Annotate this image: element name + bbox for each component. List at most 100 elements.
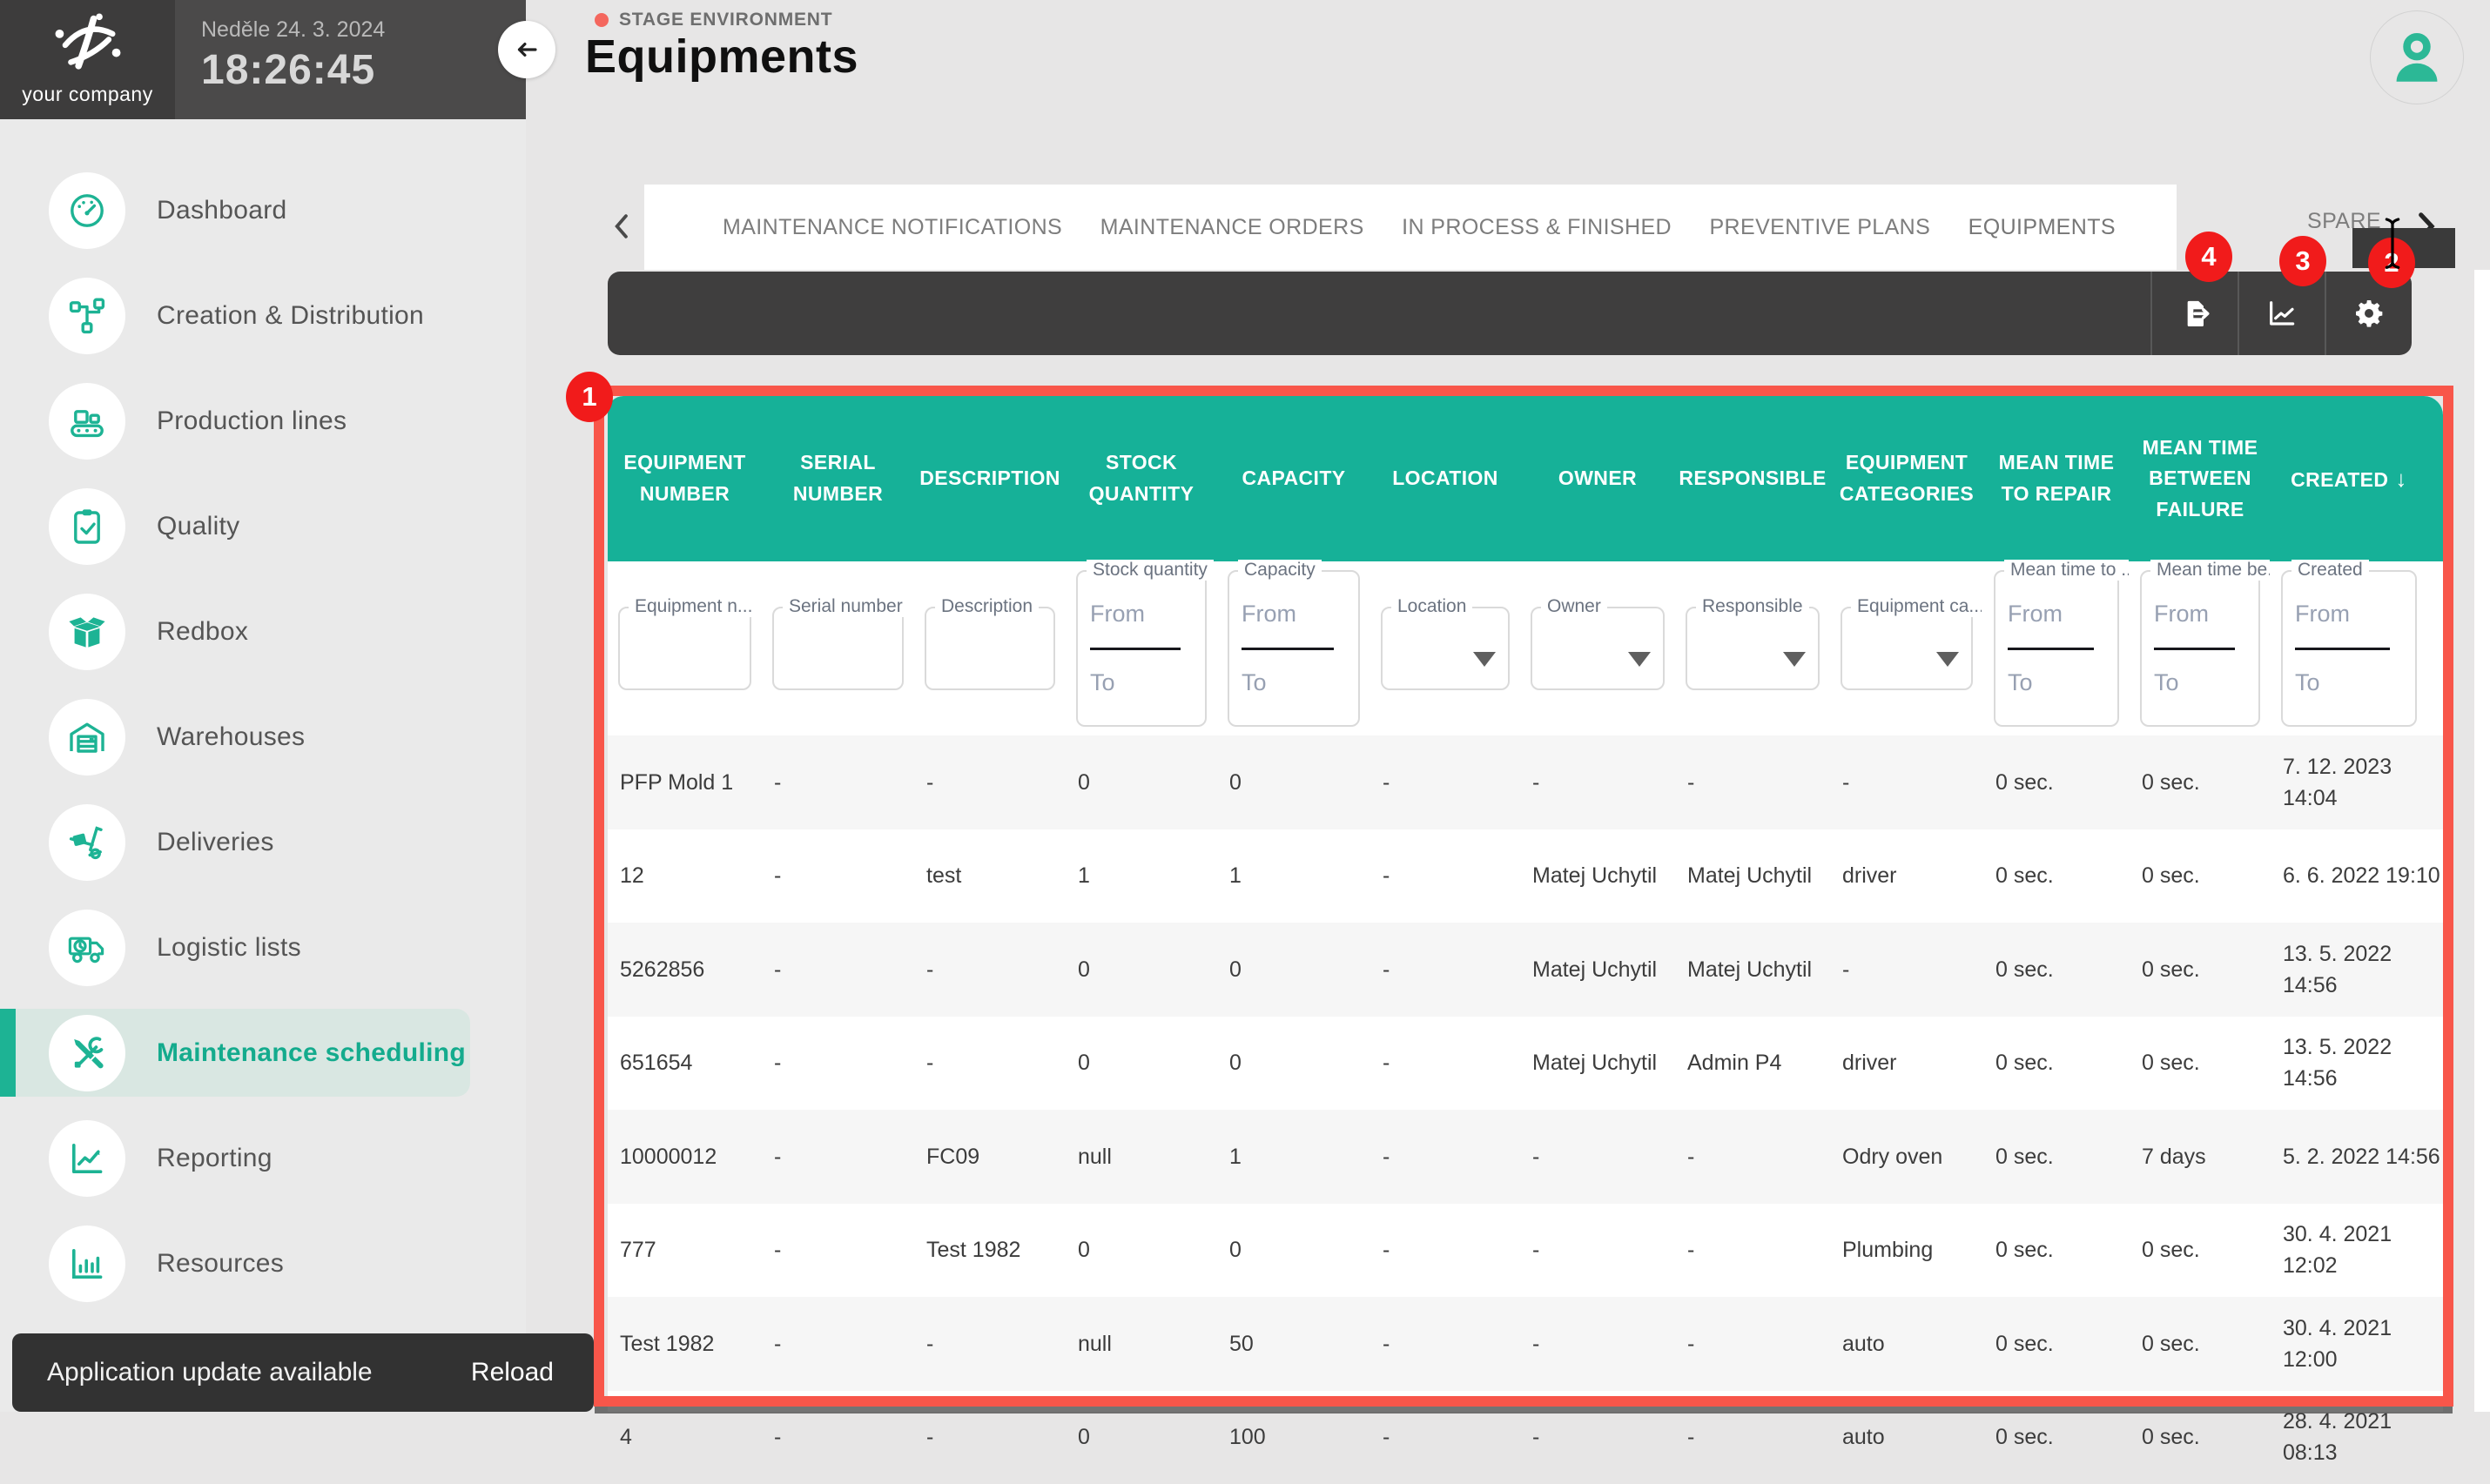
table-cell: 5. 2. 2022 14:56 [2271,1141,2440,1172]
tab-preventive-plans[interactable]: PREVENTIVE PLANS [1709,215,1930,240]
table-cell: 0 sec. [2130,1234,2200,1266]
table-cell: 0 [1217,1047,1242,1078]
table-cell: - [914,1328,933,1360]
filter-created-range[interactable]: CreatedFromTo [2281,570,2417,727]
table-row[interactable]: 5262856--00-Matej UchytilMatej Uchytil-0… [608,923,2443,1017]
column-header-responsible[interactable]: RESPONSIBLE [1672,463,1833,494]
table-cell: - [762,1047,781,1078]
back-button[interactable] [498,21,555,78]
from-placeholder: From [2295,601,2403,628]
table-row[interactable]: Test 1982--null50---auto0 sec.0 sec.30. … [608,1297,2443,1391]
column-header-owner[interactable]: OWNER [1551,463,1644,494]
table-cell: 0 [1066,1047,1090,1078]
person-icon [2385,25,2449,90]
sidebar-item-resources[interactable]: Resources [0,1211,526,1316]
user-avatar-button[interactable] [2370,10,2464,104]
column-header-mean-time-between-failure[interactable]: MEAN TIME BETWEEN FAILURE [2130,433,2271,526]
table-cell: 13. 5. 2022 14:56 [2271,938,2392,1002]
dropdown-caret-icon [1473,652,1496,667]
tab-equipments[interactable]: EQUIPMENTS [1968,215,2116,240]
filter-mean-time-to-repair-range[interactable]: Mean time to ...FromTo [1994,570,2119,727]
filter-cell: Mean time be...FromTo [2130,570,2271,727]
table-row[interactable]: 4--0100---auto0 sec.0 sec.28. 4. 2021 08… [608,1391,2443,1484]
column-header-capacity[interactable]: CAPACITY [1235,463,1352,494]
filter-label: Location [1391,596,1472,617]
table-cell: 0 sec. [2130,767,2200,798]
column-header-description[interactable]: DESCRIPTION [912,463,1067,494]
sidebar-menu: DashboardCreation & DistributionProducti… [0,119,526,1316]
table-cell: 6. 6. 2022 19:10 [2271,860,2440,891]
filter-stock-quantity-range[interactable]: Stock quantityFromTo [1076,570,1207,727]
table-cell: 10000012 [608,1141,717,1172]
table-cell: Matej Uchytil [1520,1047,1657,1078]
filter-label: Capacity [1238,560,1322,581]
hand-truck-icon [49,804,125,881]
table-cell: - [762,1141,781,1172]
column-header-stock-quantity[interactable]: STOCK QUANTITY [1066,447,1217,509]
table-row[interactable]: 651654--00-Matej UchytilAdmin P4driver0 … [608,1017,2443,1111]
to-placeholder: To [2154,669,2246,696]
sidebar-item-logistic-lists[interactable]: Logistic lists [0,895,526,1000]
column-header-label: MEAN TIME TO REPAIR [1999,451,2115,505]
filter-location-select[interactable]: Location [1381,607,1510,690]
table-cell: null [1066,1141,1112,1172]
table-cell: 7 days [2130,1141,2206,1172]
from-placeholder: From [2154,601,2246,628]
tab-in-process-finished[interactable]: IN PROCESS & FINISHED [1402,215,1672,240]
column-header-label: LOCATION [1392,467,1498,489]
tab-maintenance-notifications[interactable]: MAINTENANCE NOTIFICATIONS [723,215,1062,240]
sidebar-item-creation-distribution[interactable]: Creation & Distribution [0,263,526,368]
filter-owner-select[interactable]: Owner [1531,607,1665,690]
sidebar-item-reporting[interactable]: Reporting [0,1105,526,1211]
column-header-mean-time-to-repair[interactable]: MEAN TIME TO REPAIR [1983,447,2130,509]
table-row[interactable]: 12-test11-Matej UchytilMatej Uchytildriv… [608,829,2443,923]
column-header-serial-number[interactable]: SERIAL NUMBER [762,447,914,509]
sidebar-item-production-lines[interactable]: Production lines [0,368,526,473]
table-row[interactable]: PFP Mold 1--00----0 sec.0 sec.7. 12. 202… [608,735,2443,829]
filter-capacity-range[interactable]: CapacityFromTo [1228,570,1360,727]
filter-description-input[interactable]: Description [925,607,1055,690]
table-filter-row: Equipment n... Serial number Description St… [608,561,2443,735]
table-cell: Test 1982 [914,1234,1020,1266]
table-cell: 1 [1217,1141,1242,1172]
table-cell: 4 [608,1421,632,1453]
range-divider [2008,648,2094,650]
tab-maintenance-orders[interactable]: MAINTENANCE ORDERS [1100,215,1364,240]
column-header-equipment-categories[interactable]: EQUIPMENT CATEGORIES [1830,447,1983,509]
truck-clock-icon [49,910,125,986]
table-cell: 30. 4. 2021 12:02 [2271,1219,2392,1282]
table-cell: 12 [608,860,644,891]
sidebar-item-deliveries[interactable]: Deliveries [0,789,526,895]
table-cell: 0 sec. [1983,1421,2054,1453]
export-button[interactable] [2150,272,2238,355]
table-row[interactable]: 10000012-FC09null1---Odry oven0 sec.7 da… [608,1110,2443,1204]
filter-equipment-categories-select[interactable]: Equipment ca... [1841,607,1973,690]
sidebar-item-label: Resources [157,1249,284,1279]
filter-mean-time-between-failure-range[interactable]: Mean time be...FromTo [2140,570,2260,727]
reload-button[interactable]: Reload [471,1358,554,1387]
column-header-created[interactable]: CREATED↓ [2284,461,2414,496]
table-row[interactable]: 777-Test 198200---Plumbing0 sec.0 sec.30… [608,1204,2443,1298]
equipments-table: EQUIPMENT NUMBERSERIAL NUMBERDESCRIPTION… [608,396,2443,1412]
sidebar-item-maintenance-scheduling[interactable]: Maintenance scheduling [0,1000,526,1105]
table-cell: 0 [1217,954,1242,985]
filter-cell: Owner [1520,607,1675,690]
sidebar-item-warehouses[interactable]: Warehouses [0,684,526,789]
table-cell: - [1520,1421,1539,1453]
column-header-equipment-number[interactable]: EQUIPMENT NUMBER [608,447,762,509]
clock: Neděle 24. 3. 2024 18:26:45 [175,0,526,119]
filter-serial-number-input[interactable]: Serial number [772,607,904,690]
filter-equipment-number-input[interactable]: Equipment n... [618,607,751,690]
table-cell: - [914,1047,933,1078]
sidebar-item-quality[interactable]: Quality [0,473,526,579]
sidebar-item-dashboard[interactable]: Dashboard [0,158,526,263]
sidebar-item-redbox[interactable]: Redbox [0,579,526,684]
logo-icon [50,13,126,79]
table-cell: 0 sec. [1983,1328,2054,1360]
settings-icon [2352,296,2386,331]
column-header-location[interactable]: LOCATION [1385,463,1505,494]
tabs-scroll-left-button[interactable] [603,200,642,252]
filter-responsible-select[interactable]: Responsible [1686,607,1820,690]
export-icon [2177,296,2212,331]
vertical-scrollbar[interactable] [2474,270,2490,1412]
